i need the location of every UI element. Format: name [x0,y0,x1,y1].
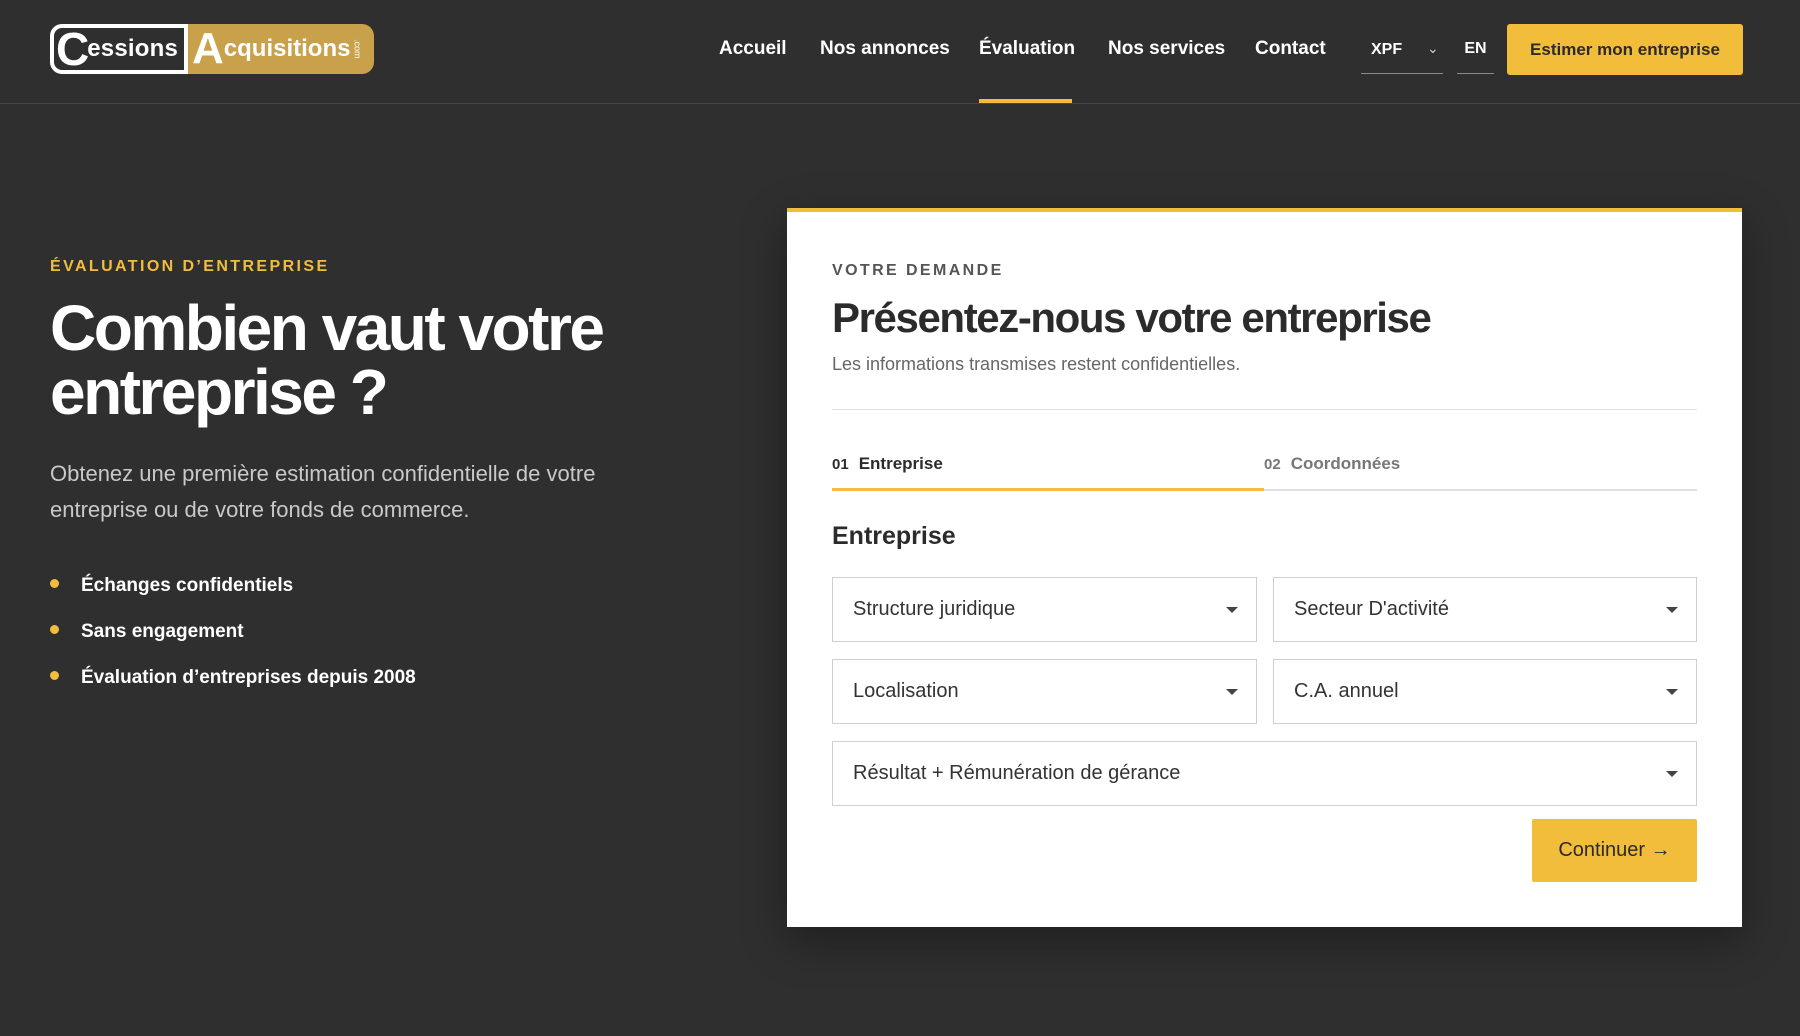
chevron-down-icon: ⌄ [1427,40,1439,56]
divider [832,409,1697,410]
step-label: Entreprise [858,454,943,473]
nav-active-indicator [979,99,1072,103]
form-title: Présentez-nous votre entreprise [832,294,1432,341]
caret-down-icon [1226,689,1238,695]
form-subtitle: Les informations transmises restent conf… [832,354,1241,374]
form-steps: 01 Entreprise 02 Coordonnées [832,446,1697,491]
logo-left-block: C essions [50,23,189,75]
step-number: 01 [832,456,849,473]
list-item: Évaluation d’entreprises depuis 2008 [50,662,416,708]
bullet-dot-icon [50,579,59,588]
nav-contact[interactable]: Contact [1255,38,1326,60]
valuation-form-card: VOTRE DEMANDE Présentez-nous votre entre… [787,208,1742,927]
structure-juridique-select[interactable]: Structure juridique [832,577,1257,642]
nav-evaluation[interactable]: Évaluation [979,38,1075,60]
select-label: C.A. annuel [1294,680,1399,702]
currency-value: XPF [1371,41,1403,58]
secteur-activite-select[interactable]: Secteur D'activité [1273,577,1697,642]
hero-title-line-2: entreprise ? [50,356,389,428]
bullet-text: Échanges confidentiels [81,575,294,596]
steps-active-indicator [832,488,1264,491]
step-number: 02 [1264,456,1281,473]
language-switch[interactable]: EN [1457,36,1494,74]
continue-button[interactable]: Continuer → [1532,819,1697,882]
caret-down-icon [1666,771,1678,777]
localisation-select[interactable]: Localisation [832,659,1257,724]
hero-title-line-1: Combien vaut votre [50,292,605,364]
step-coordonnees[interactable]: 02 Coordonnées [1264,454,1400,474]
logo-word-2: cquisitions [223,35,351,62]
select-label: Résultat + Rémunération de gérance [853,762,1181,784]
logo-right-block: A cquisitions .com [188,24,375,74]
site-logo[interactable]: C essions A cquisitions .com [50,23,375,75]
bullet-dot-icon [50,625,59,634]
logo-a-glyph: A [192,24,224,73]
hero-title: Combien vaut votre entreprise ? [50,296,670,424]
logo-word-1: essions [87,35,179,62]
step-label: Coordonnées [1290,454,1401,473]
logo-suffix: .com [352,39,363,59]
list-item: Sans engagement [50,616,416,662]
step-entreprise[interactable]: 01 Entreprise [832,454,943,474]
hero-bullet-list: Échanges confidentiels Sans engagement É… [50,570,416,708]
bullet-text: Sans engagement [81,621,244,642]
select-label: Structure juridique [853,598,1016,620]
form-section-title: Entreprise [832,522,956,550]
logo-c-glyph: C [56,23,90,75]
nav-accueil[interactable]: Accueil [719,38,787,60]
resultat-remuneration-select[interactable]: Résultat + Rémunération de gérance [832,741,1697,806]
select-label: Localisation [853,680,959,702]
language-value: EN [1464,40,1487,57]
bullet-text: Évaluation d’entreprises depuis 2008 [81,667,416,688]
site-header: C essions A cquisitions .com Accueil Nos… [0,0,1800,104]
hero-eyebrow: ÉVALUATION D’ENTREPRISE [50,258,330,275]
select-label: Secteur D'activité [1294,598,1449,620]
form-eyebrow: VOTRE DEMANDE [832,262,1004,279]
hero-subtitle: Obtenez une première estimation confiden… [50,461,596,522]
list-item: Échanges confidentiels [50,570,416,616]
ca-annuel-select[interactable]: C.A. annuel [1273,659,1697,724]
nav-nos-annonces[interactable]: Nos annonces [820,38,950,60]
bullet-dot-icon [50,671,59,680]
estimate-company-button[interactable]: Estimer mon entreprise [1507,24,1743,75]
currency-select[interactable]: XPF ⌄ [1361,36,1443,74]
caret-down-icon [1666,607,1678,613]
caret-down-icon [1226,607,1238,613]
nav-nos-services[interactable]: Nos services [1108,38,1225,60]
caret-down-icon [1666,689,1678,695]
